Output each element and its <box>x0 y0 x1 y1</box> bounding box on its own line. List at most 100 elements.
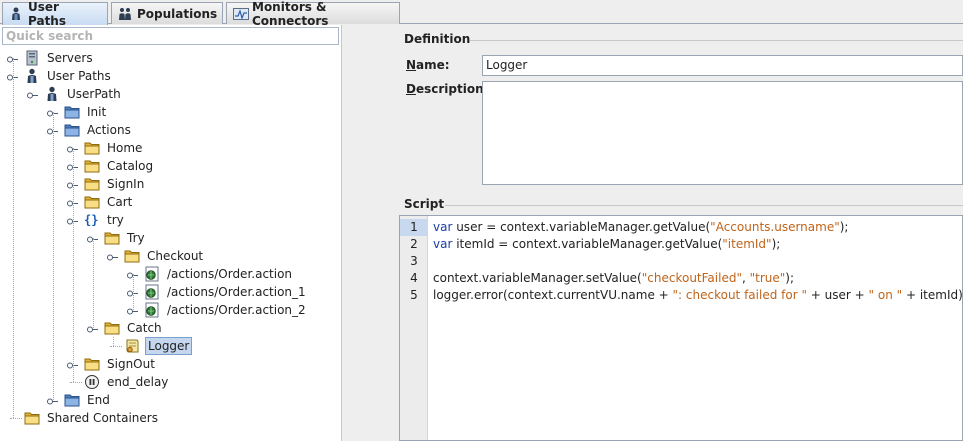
tree-node[interactable]: end_delay <box>84 373 170 391</box>
tree-guide-line <box>13 58 14 418</box>
quick-search-input[interactable]: Quick search <box>2 27 339 45</box>
line-number: 5 <box>410 288 418 302</box>
tree-node[interactable]: /actions/Order.action <box>144 265 294 283</box>
tree-guide-line <box>53 112 54 400</box>
code-text: + user + <box>806 288 869 302</box>
tree-node-label: Shared Containers <box>47 411 158 425</box>
tree-node[interactable]: Cart <box>84 193 134 211</box>
folder-yellow-icon <box>84 140 100 156</box>
script-editor[interactable]: 12 3 4 5 var user = context.variableManager… <box>399 215 963 441</box>
line-number: 1 <box>400 219 428 236</box>
tree-node[interactable]: UserPath <box>44 85 123 103</box>
tree-node[interactable]: Servers <box>24 49 95 67</box>
tab-monitors-connectors[interactable]: Monitors & Connectors <box>226 0 400 28</box>
name-field[interactable]: Logger <box>482 55 963 76</box>
tree-node-label: /actions/Order.action_2 <box>167 303 306 317</box>
folder-yellow-icon <box>104 230 120 246</box>
code-text: context.variableManager.setValue( <box>433 271 642 285</box>
code-text: ); <box>839 220 849 234</box>
tree-node[interactable]: Try <box>104 229 147 247</box>
user-icon <box>44 86 60 102</box>
tree-node-label: try <box>107 213 124 227</box>
tree-expand-handle[interactable] <box>107 251 118 261</box>
code-text: ); <box>771 237 781 251</box>
code-line[interactable]: var itemId = context.variableManager.get… <box>433 236 780 253</box>
script-separator <box>445 205 963 206</box>
code-keyword: var <box>433 220 453 234</box>
tree-node-label: Servers <box>47 51 93 65</box>
code-keyword: var <box>433 237 453 251</box>
tree-node-label: Catch <box>127 321 162 335</box>
tree-node-label: SignOut <box>107 357 155 371</box>
tree-guide-line <box>133 274 134 310</box>
tree-node[interactable]: End <box>64 391 112 409</box>
tree-node-label: Home <box>107 141 143 155</box>
code-text: itemId = context.variableManager.getValu… <box>452 237 723 251</box>
populations-icon <box>118 7 132 21</box>
tree-node-label: Logger <box>145 337 193 355</box>
tree-node[interactable]: SignOut <box>84 355 157 373</box>
tree-node[interactable]: {} try <box>84 211 126 229</box>
tree-node-label: Catalog <box>107 159 154 173</box>
tab-bar: User Paths Populations Monitors & Connec… <box>0 0 963 28</box>
tree-node[interactable]: Home <box>84 139 144 157</box>
tab-label: User Paths <box>28 0 66 28</box>
tree-node-label: SignIn <box>107 177 145 191</box>
script-title: Script <box>404 197 445 211</box>
tab-populations[interactable]: Populations <box>111 2 223 24</box>
code-text: user = context.variableManager.getValue( <box>452 220 711 234</box>
tree-node[interactable]: Catalog <box>84 157 155 175</box>
tree-node[interactable]: Shared Containers <box>24 409 160 427</box>
user-paths-icon <box>9 7 23 21</box>
folder-blue-icon <box>64 122 80 138</box>
tree-guide-line <box>93 238 94 328</box>
code-string: "Accounts.username" <box>710 220 840 234</box>
folder-yellow-icon <box>84 194 100 210</box>
line-number: 2 <box>410 237 418 251</box>
tree-node[interactable]: Catch <box>104 319 164 337</box>
tree-node-label: Init <box>87 105 107 119</box>
tree-expand-handle[interactable] <box>27 89 38 99</box>
code-line[interactable]: context.variableManager.setValue("checko… <box>433 270 794 287</box>
description-label: Description: <box>406 82 489 96</box>
code-string: " on " <box>868 288 903 302</box>
request-icon <box>144 302 160 318</box>
code-line[interactable]: logger.error(context.currentVU.name + ":… <box>433 287 963 304</box>
request-icon <box>144 266 160 282</box>
tree-node[interactable]: Checkout <box>124 247 205 265</box>
braces-icon: {} <box>84 212 100 228</box>
tree-node[interactable]: /actions/Order.action_1 <box>144 283 308 301</box>
definition-title: Definition <box>404 32 471 46</box>
folder-yellow-icon <box>84 158 100 174</box>
tab-user-paths[interactable]: User Paths <box>2 0 108 28</box>
folder-yellow-icon <box>104 320 120 336</box>
script-icon <box>124 338 140 354</box>
code-line[interactable]: var user = context.variableManager.getVa… <box>433 219 848 236</box>
code-string: ": checkout failed for " <box>672 288 807 302</box>
detail-panel: Definition Name: Logger Description: Scr… <box>395 25 963 441</box>
monitors-icon <box>233 7 249 21</box>
tree-node[interactable]: Init <box>64 103 108 121</box>
code-text: , <box>741 271 750 285</box>
tree-connector <box>110 346 122 347</box>
tree-node[interactable]: Actions <box>64 121 133 139</box>
tree-node-label: Try <box>127 231 145 245</box>
tree-node[interactable]: /actions/Order.action_2 <box>144 301 308 319</box>
code-text: ); <box>785 271 795 285</box>
tab-label: Populations <box>137 6 218 21</box>
tree-node[interactable]: SignIn <box>84 175 146 193</box>
folder-yellow-icon <box>84 356 100 372</box>
description-field[interactable] <box>482 81 963 185</box>
svg-text:{}: {} <box>84 213 98 227</box>
tree-node[interactable]: User Paths <box>24 67 113 85</box>
panel-splitter[interactable] <box>343 25 395 441</box>
tree-node-label: Cart <box>107 195 133 209</box>
tree-node-label: Checkout <box>147 249 204 263</box>
code-text: logger.error(context.currentVU.name + <box>433 288 673 302</box>
tree-connector <box>10 418 22 419</box>
code-string: "checkoutFailed" <box>641 271 742 285</box>
tree-node[interactable]: Logger <box>124 337 193 355</box>
tree-node-label: end_delay <box>107 375 169 389</box>
tree-guide-line <box>73 148 74 382</box>
tree-connector <box>70 382 82 383</box>
